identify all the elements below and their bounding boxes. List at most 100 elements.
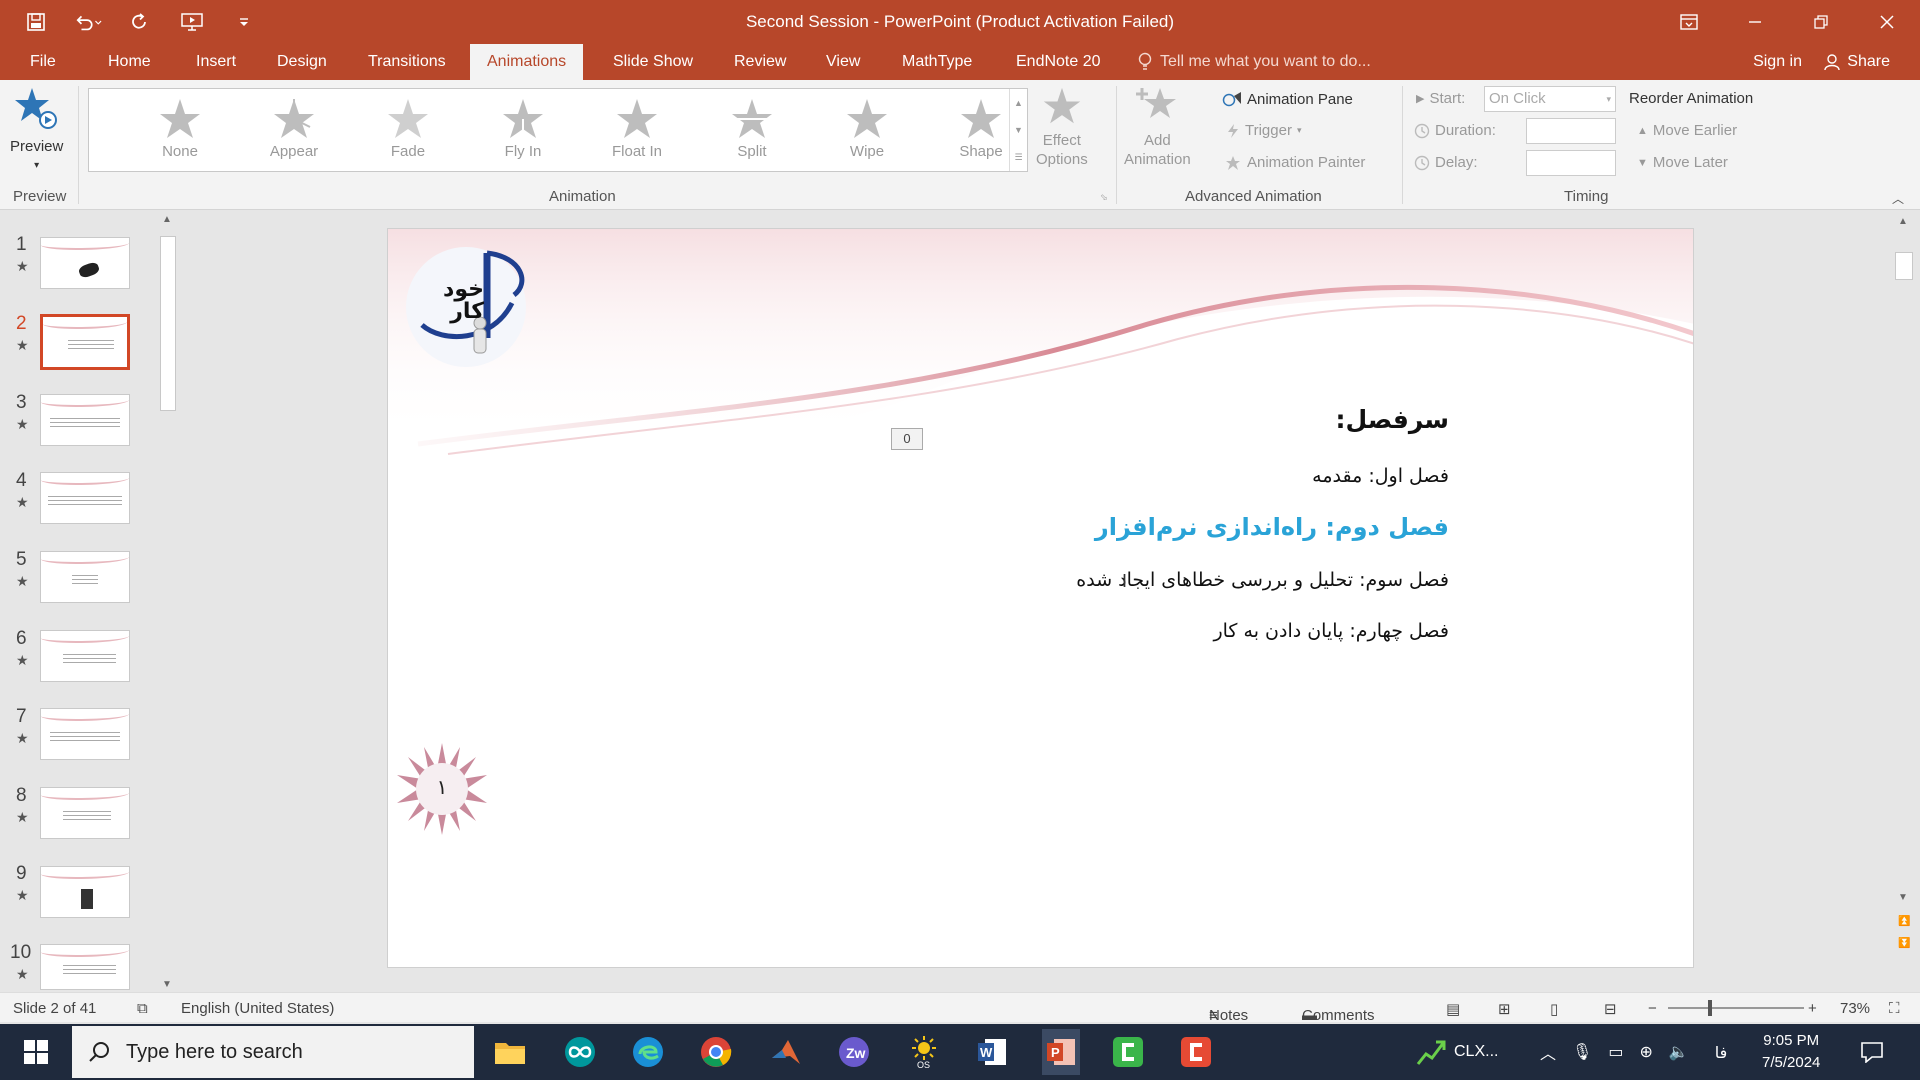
effect-wipe[interactable]: Wipe [812,89,922,171]
gallery-up-icon[interactable]: ▲ [1014,98,1023,108]
animation-painter-button[interactable]: Animation Painter [1224,154,1365,171]
network-icon[interactable]: ⊕ [1639,1042,1652,1062]
preview-dropdown-icon[interactable]: ▾ [10,156,63,175]
ribbon-display-options-icon[interactable] [1670,6,1708,38]
trigger-button[interactable]: Trigger ▾ [1226,122,1302,139]
effect-options-button[interactable]: Effect Options [1036,86,1088,169]
gallery-down-icon[interactable]: ▼ [1014,125,1023,135]
slideshow-view-icon[interactable]: ⊟ [1604,1000,1617,1018]
animation-pane-button[interactable]: Animation Pane [1222,90,1353,108]
share-button[interactable]: Share [1823,44,1890,80]
windows-start-icon[interactable] [18,1034,54,1070]
slide-thumbnail-2[interactable] [40,314,130,370]
scroll-down-icon[interactable]: ▼ [1898,892,1908,903]
slide-thumbnail-7[interactable] [40,708,130,760]
clock[interactable]: 9:05 PM 7/5/2024 [1762,1030,1820,1074]
sun-os-icon[interactable]: OS [906,1034,942,1070]
zoom-slider-thumb[interactable] [1708,1000,1712,1016]
tab-design[interactable]: Design [267,44,337,80]
powerpoint-icon[interactable]: P [1042,1029,1080,1075]
word-icon[interactable]: W [974,1034,1010,1070]
restore-icon[interactable] [1802,6,1840,38]
slide-item-3[interactable]: فصل سوم: تحلیل و بررسی خطاهای ایجاد شده [1076,569,1449,591]
spellcheck-icon[interactable]: ⧉ [137,1000,148,1017]
dialog-launcher-icon[interactable]: ⬂ [1100,192,1108,203]
scroll-thumb[interactable] [1895,252,1913,280]
delay-input[interactable] [1526,150,1616,176]
zotero-icon[interactable]: Zw [836,1034,872,1070]
matlab-icon[interactable] [768,1034,804,1070]
slide-thumbnail-5[interactable] [40,551,130,603]
slide-thumbnail-4[interactable] [40,472,130,524]
thumbnail-scrollbar[interactable]: ▲ ▼ [158,214,178,990]
add-animation-button[interactable]: Add Animation [1124,86,1191,169]
file-explorer-icon[interactable] [492,1034,528,1070]
sign-in-link[interactable]: Sign in [1753,44,1802,80]
tell-me-box[interactable]: Tell me what you want to do... [1138,44,1371,80]
close-icon[interactable] [1868,6,1906,38]
gallery-scroll[interactable]: ▲ ▼ ☰ [1009,89,1027,171]
animation-order-tag[interactable]: 0 [891,428,923,450]
microphone-icon[interactable]: 🎙 [1572,1042,1592,1062]
zoom-level[interactable]: 73% [1840,1000,1870,1017]
minimize-icon[interactable] [1736,6,1774,38]
effect-split[interactable]: Split [697,89,807,171]
language-indicator[interactable]: English (United States) [181,1000,334,1017]
slide-scrollbar[interactable]: ▲ ▼ ⏫ ⏬ [1893,212,1915,982]
clx-tray-item[interactable]: CLX... [1416,1024,1498,1080]
volume-icon[interactable]: 🔈 [1669,1042,1689,1062]
previous-slide-icon[interactable]: ⏫ [1898,916,1910,927]
zoom-slider[interactable] [1668,1007,1804,1009]
move-later-button[interactable]: ▼ Move Later [1637,154,1728,171]
slide-thumbnail-1[interactable] [40,237,130,289]
tab-transitions[interactable]: Transitions [358,44,456,80]
scroll-down-icon[interactable]: ▼ [162,979,172,990]
effect-float-in[interactable]: Float In [582,89,692,171]
tab-view[interactable]: View [816,44,870,80]
slide-canvas[interactable]: خود کار 0 سرفصل: فصل اول: مقدمه فصل دوم:… [387,228,1694,968]
effect-appear[interactable]: Appear [239,89,349,171]
slide-item-1[interactable]: فصل اول: مقدمه [1312,465,1449,487]
tab-file[interactable]: File [20,44,66,80]
move-earlier-button[interactable]: ▲ Move Earlier [1637,122,1737,139]
tab-animations[interactable]: Animations [470,44,584,80]
slide-thumbnail-6[interactable] [40,630,130,682]
collapse-ribbon-icon[interactable]: ︿ [1892,190,1904,207]
slide-item-2-highlight[interactable]: فصل دوم: راه‌اندازی نرم‌افزار [1095,513,1449,541]
scroll-up-icon[interactable]: ▲ [1898,216,1908,227]
tab-slide-show[interactable]: Slide Show [603,44,703,80]
gallery-more-icon[interactable]: ☰ [1014,152,1022,163]
slide-sorter-icon[interactable]: ⊞ [1498,1000,1511,1018]
normal-view-icon[interactable]: ▤ [1446,1000,1460,1018]
input-language[interactable]: فا [1715,1043,1728,1062]
slide-thumbnail-9[interactable] [40,866,130,918]
slide-thumbnail-3[interactable] [40,394,130,446]
effect-fly-in[interactable]: Fly In [468,89,578,171]
notifications-icon[interactable] [1854,1034,1890,1070]
slide-heading[interactable]: سرفصل: [1336,405,1449,434]
scroll-thumb[interactable] [160,236,176,411]
slide-item-4[interactable]: فصل چهارم: پایان دادن به کار [1213,620,1449,642]
preview-button[interactable]: Preview ▾ [10,86,63,175]
edge-browser-icon[interactable] [630,1034,666,1070]
chrome-icon[interactable] [698,1034,734,1070]
tab-endnote[interactable]: EndNote 20 [1006,44,1111,80]
next-slide-icon[interactable]: ⏬ [1898,938,1910,949]
arduino-icon[interactable] [562,1034,598,1070]
reading-view-icon[interactable]: ▯ [1550,1000,1558,1018]
start-select[interactable]: On Click ▾ [1484,86,1616,112]
tab-review[interactable]: Review [724,44,796,80]
effect-fade[interactable]: Fade [353,89,463,171]
slide-thumbnail-8[interactable] [40,787,130,839]
zoom-in-icon[interactable]: + [1808,1000,1817,1017]
camtasia-green-icon[interactable] [1110,1034,1146,1070]
slide-thumbnail-10[interactable] [40,944,130,990]
effect-none[interactable]: None [125,89,235,171]
taskbar-search[interactable]: Type here to search [72,1026,474,1078]
tab-mathtype[interactable]: MathType [892,44,982,80]
scroll-up-icon[interactable]: ▲ [162,214,172,225]
zoom-out-icon[interactable]: − [1648,1000,1657,1017]
battery-icon[interactable]: ▭ [1608,1042,1623,1062]
tab-insert[interactable]: Insert [186,44,246,80]
duration-input[interactable] [1526,118,1616,144]
